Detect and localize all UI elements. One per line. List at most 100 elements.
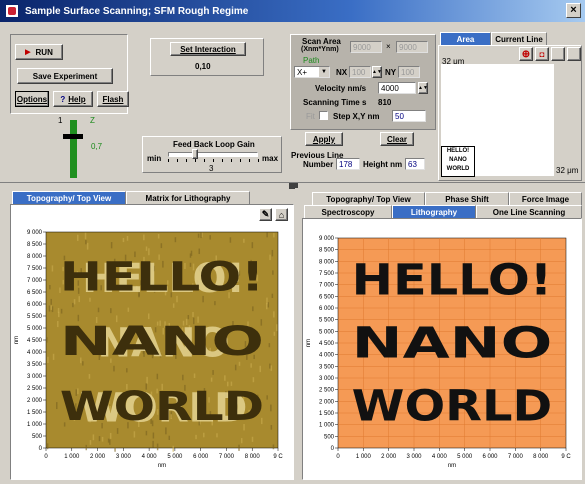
x-tick-label: 4 000 [142,454,158,460]
surface-texture [133,431,136,438]
tool-button-blank-2[interactable] [567,47,581,61]
set-interaction-button[interactable]: Set Interaction [170,42,246,56]
close-button[interactable]: × [566,3,581,18]
tab-lithography[interactable]: Lithography [392,205,476,218]
image-text: HELLO! [60,254,264,300]
apply-button[interactable]: Apply [305,132,343,146]
surface-texture [193,373,196,379]
feedback-slider-track[interactable] [168,152,258,157]
y-tick-label: 6 500 [27,290,43,296]
surface-texture [172,445,174,452]
x-tick-label: 6 000 [482,454,498,460]
tab-force-image[interactable]: Force Image [509,192,582,205]
surface-texture [110,242,113,249]
play-icon: ▶ [25,49,31,56]
ny-field[interactable]: 100 [398,66,420,78]
tool-button-blank-1[interactable] [551,47,565,61]
nx-label: NX [336,68,348,77]
surface-texture [197,233,200,238]
surface-texture [270,424,273,430]
path-select[interactable]: X+ ▼ [294,66,330,78]
run-button[interactable]: ▶ RUN [15,44,63,60]
y-tick-label: 2 500 [27,386,43,392]
z-gauge-handle[interactable] [63,134,83,139]
surface-texture [238,444,240,451]
surface-texture [210,377,213,382]
chevron-down-icon[interactable]: ▼ [319,67,329,77]
fit-checkbox[interactable] [319,111,328,120]
y-tick-label: 1 500 [27,410,43,416]
velocity-field[interactable]: 4000 [378,82,416,94]
nx-field[interactable]: 100 [349,66,371,78]
tab-topography-right[interactable]: Topography/ Top View [312,192,425,205]
tab-current-line[interactable]: Current Line [491,32,547,45]
area-thumbnail: HELLO! NANO WORLD [441,146,475,177]
tab-matrix-lithography[interactable]: Matrix for Lithography [126,191,250,204]
surface-texture [273,233,275,238]
x-tick-label: 4 000 [432,454,448,460]
surface-texture [48,305,51,312]
step-field[interactable]: 50 [392,110,426,122]
options-button[interactable]: Options [15,91,49,107]
vertical-splitter[interactable] [295,188,301,484]
topography-plot[interactable]: HELLO!HELLO!NANONANOWORLDWORLD9 0008 500… [12,226,292,478]
lithography-plot[interactable]: HELLO! NANO WORLD 9 000 8 500 8 000 7 500 7 000… [304,232,580,478]
tab-spectroscopy[interactable]: Spectroscopy [304,205,392,218]
flash-button[interactable]: Flash [97,91,129,107]
x-tick-label: 1 000 [356,454,372,460]
surface-texture [156,443,159,451]
path-value: X+ [297,68,308,77]
zoom-icon[interactable]: ⊕ [519,47,533,61]
y-tick-label: 1 500 [319,411,335,417]
title-bar[interactable]: Sample Surface Scanning; SFM Rough Regim… [0,0,585,22]
help-button[interactable]: ? Help [53,91,93,107]
surface-texture [126,235,129,241]
surface-texture [50,298,52,305]
feedback-slider-thumb[interactable] [192,149,198,159]
tab-one-line-scanning[interactable]: One Line Scanning [476,205,582,218]
number-label: Number [303,160,334,169]
surface-texture [92,434,95,441]
horizontal-splitter[interactable] [0,182,585,189]
ny-label: NY [385,68,397,77]
feedback-value: 3 [209,164,214,173]
image-text: HELLO! [352,256,553,306]
y-tick-label: 7 500 [319,271,335,277]
surface-texture [77,234,79,241]
surface-texture [145,430,148,436]
surface-texture [271,293,274,299]
y-axis-label: nm [14,336,20,344]
save-experiment-button[interactable]: Save Experiment [17,68,113,84]
area-times: × [386,42,391,51]
velocity-spinner[interactable]: ▲▼ [418,82,428,94]
surface-texture [97,307,100,313]
tab-topography-left[interactable]: Topography/ Top View [12,191,126,204]
frame-icon[interactable]: ◘ [535,47,549,61]
feedback-max-label: max [262,154,279,163]
x-tick-label: 0 [336,454,340,460]
y-area-field[interactable]: 9000 [396,41,428,53]
y-tick-label: 5 500 [27,314,43,320]
surface-texture [268,343,271,348]
tab-area[interactable]: Area [440,32,491,45]
surface-texture [200,232,202,239]
pencil-icon[interactable]: ✎ [259,208,272,221]
nx-spinner[interactable]: ▲▼ [372,66,382,78]
x-tick-label: 3 000 [406,454,422,460]
x-tick-label: 2 000 [381,454,397,460]
eraser-icon[interactable]: ⌂ [275,208,288,221]
surface-texture [269,254,271,261]
interaction-value: 0,10 [195,62,211,71]
surface-texture [146,376,148,384]
surface-texture [88,374,91,379]
image-text: WORLD [60,384,264,430]
surface-texture [127,307,130,312]
x-area-field[interactable]: 9000 [350,41,382,53]
clear-button[interactable]: Clear [380,132,414,146]
surface-texture [109,439,111,445]
scanning-time-value: 810 [378,98,392,107]
surface-texture [85,240,87,245]
tab-phase-shift[interactable]: Phase Shift [425,192,509,205]
surface-texture [273,311,275,318]
surface-texture [240,438,243,444]
